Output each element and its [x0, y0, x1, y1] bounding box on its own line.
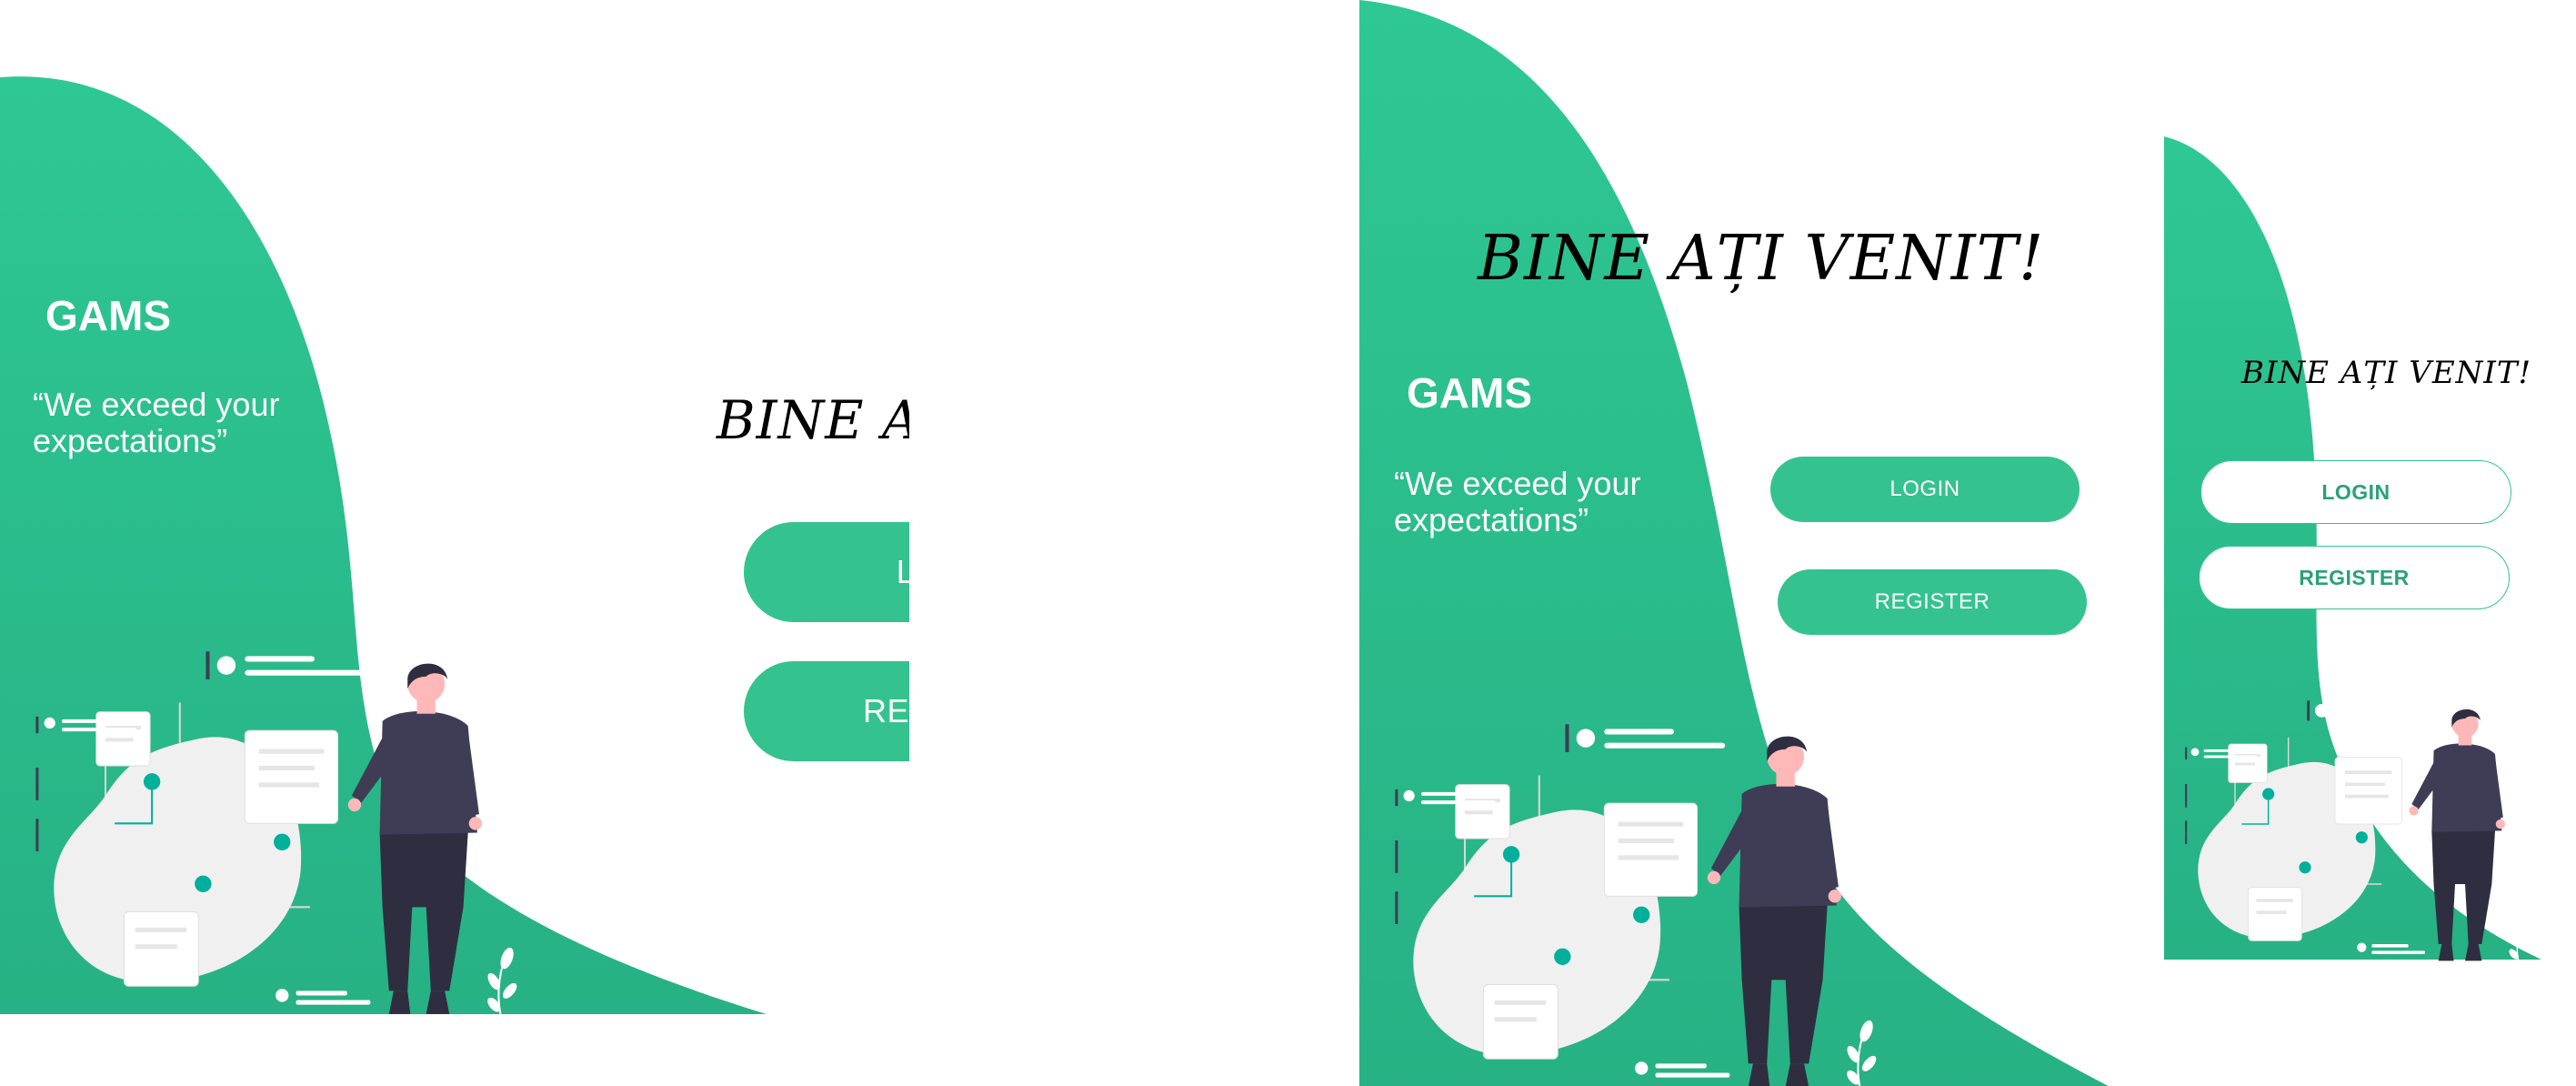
register-button[interactable]: REGISTER: [744, 661, 909, 761]
brand-name: GAMS: [1407, 369, 1532, 417]
desktop-frame: GAMS “We exceed your expectations” BINE …: [0, 0, 909, 1086]
welcome-heading: BINE AȚI VENIT!: [2241, 355, 2532, 391]
mobile-frame: BINE AȚI VENIT! LOGIN REGISTER: [2164, 136, 2546, 964]
tablet-frame: BINE AȚI VENIT! GAMS “We exceed your exp…: [1359, 0, 2132, 1086]
tagline: “We exceed your expectations”: [33, 386, 280, 460]
person-illustration: [35, 650, 521, 1016]
login-button[interactable]: LOGIN: [1770, 457, 2080, 522]
person-illustration: [1394, 723, 1880, 1086]
register-button[interactable]: REGISTER: [1778, 569, 2087, 635]
person-illustration: [2184, 699, 2533, 962]
login-button[interactable]: LOGIN: [744, 522, 909, 622]
tagline: “We exceed your expectations”: [1394, 465, 1641, 539]
register-button[interactable]: REGISTER: [2199, 546, 2510, 609]
welcome-heading: BINE AȚI VENIT!: [1478, 223, 2045, 295]
brand-name: GAMS: [45, 292, 171, 339]
login-button[interactable]: LOGIN: [2200, 460, 2511, 524]
welcome-heading: BINE AȚI VENIT!: [717, 389, 909, 451]
